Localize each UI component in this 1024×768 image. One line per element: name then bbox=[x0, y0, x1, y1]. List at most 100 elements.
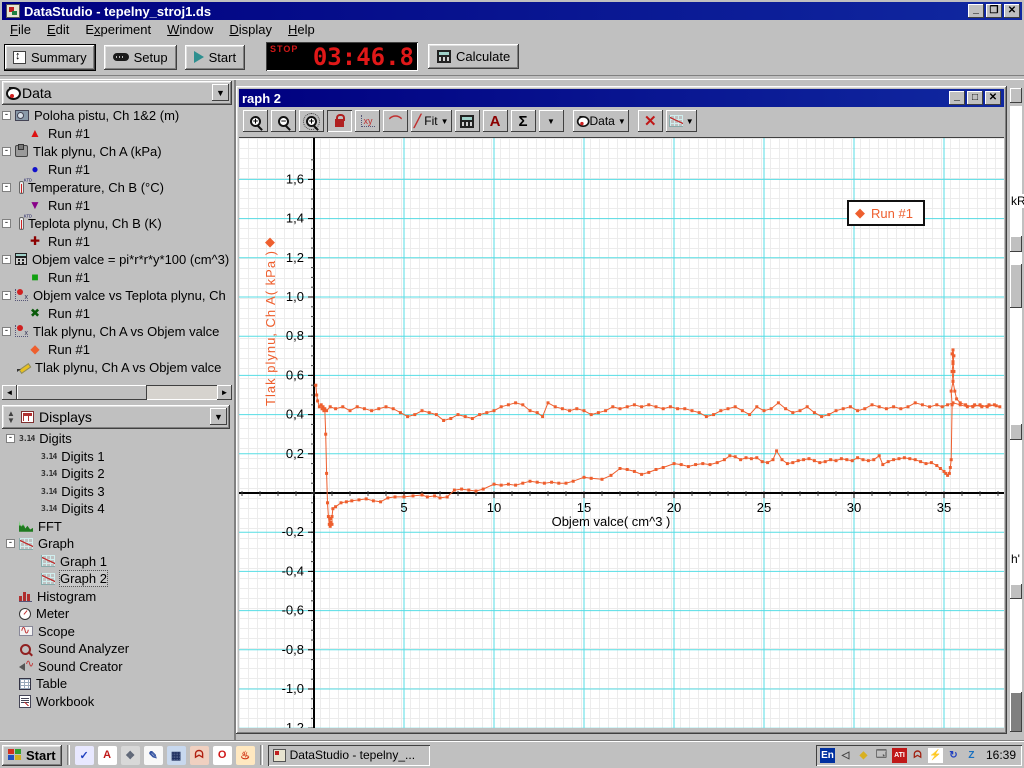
tree-expander[interactable]: - bbox=[2, 219, 11, 228]
tree-expander[interactable]: - bbox=[2, 111, 11, 120]
setup-button[interactable]: Setup bbox=[104, 45, 177, 70]
close-button[interactable]: ✕ bbox=[1004, 4, 1020, 18]
notes-icon[interactable]: ✓ bbox=[75, 746, 94, 765]
data-source-item[interactable]: -Objem valce vs Teplota plynu, Ch bbox=[2, 286, 232, 304]
opera-icon[interactable]: O bbox=[213, 746, 232, 765]
menu-file[interactable]: File bbox=[2, 21, 39, 38]
flame-icon[interactable]: ♨ bbox=[236, 746, 255, 765]
data-source-item[interactable]: Tlak plynu, Ch A vs Objem valce bbox=[2, 358, 232, 376]
scheduler-icon[interactable]: 🗔 bbox=[874, 748, 889, 763]
statistics-button[interactable]: Σ bbox=[511, 110, 536, 132]
ati-icon[interactable]: ATI bbox=[892, 748, 907, 763]
scroll-right-icon[interactable]: ► bbox=[217, 385, 232, 400]
tree-expander[interactable]: - bbox=[2, 327, 11, 336]
data-run-item[interactable]: ■Run #1 bbox=[2, 268, 232, 286]
data-source-item[interactable]: -Teplota plynu, Ch B (K) bbox=[2, 214, 232, 232]
smart-tool-button[interactable]: ⌒ bbox=[383, 110, 408, 132]
text-tool-button[interactable]: A bbox=[483, 110, 508, 132]
display-item-workbook[interactable]: Workbook bbox=[2, 693, 232, 711]
data-source-item[interactable]: -Tlak plynu, Ch A vs Objem valce bbox=[2, 322, 232, 340]
menu-help[interactable]: Help bbox=[280, 21, 323, 38]
lang-indicator[interactable]: En bbox=[820, 748, 835, 763]
xy-tool-button[interactable]: xy bbox=[355, 110, 380, 132]
taskbar-task-datastudio[interactable]: DataStudio - tepelny_... bbox=[268, 745, 430, 766]
zoom-in-button[interactable]: + bbox=[243, 110, 268, 132]
data-run-item[interactable]: ▼Run #1 bbox=[2, 196, 232, 214]
start-button[interactable]: Start bbox=[185, 45, 245, 70]
display-item-sound-analyzer[interactable]: Sound Analyzer bbox=[2, 640, 232, 658]
netop-icon[interactable]: Z bbox=[964, 748, 979, 763]
calculator-icon[interactable]: ▦ bbox=[167, 746, 186, 765]
graph2-maximize-button[interactable]: □ bbox=[967, 91, 983, 105]
summary-button[interactable]: Summary bbox=[4, 44, 96, 71]
zoom-select-button[interactable]: + bbox=[299, 110, 324, 132]
data-panel-header[interactable]: Data ▼ bbox=[2, 81, 232, 105]
display-item-sound-creator[interactable]: Sound Creator bbox=[2, 658, 232, 676]
menu-window[interactable]: Window bbox=[159, 21, 221, 38]
display-item-meter[interactable]: Meter bbox=[2, 605, 232, 623]
data-run-item[interactable]: ▲Run #1 bbox=[2, 124, 232, 142]
tree-expander[interactable]: - bbox=[2, 147, 11, 156]
menu-display[interactable]: Display bbox=[221, 21, 280, 38]
power-icon[interactable]: ⚡ bbox=[928, 748, 943, 763]
fit-menu-button[interactable]: ╱ Fit▼ bbox=[411, 110, 452, 132]
calculate-button[interactable]: Calculate bbox=[428, 44, 519, 69]
minimize-button[interactable]: _ bbox=[968, 4, 984, 18]
tree-expander[interactable]: - bbox=[6, 539, 15, 548]
paint-icon[interactable]: ✎ bbox=[144, 746, 163, 765]
display-item-scope[interactable]: Scope bbox=[2, 623, 232, 641]
data-source-item[interactable]: -Poloha pistu, Ch 1&2 (m) bbox=[2, 106, 232, 124]
acrobat-icon[interactable]: A bbox=[98, 746, 117, 765]
display-item-fft[interactable]: FFT bbox=[2, 518, 232, 536]
display-item-histogram[interactable]: Histogram bbox=[2, 588, 232, 606]
display-item-graph-1[interactable]: Graph 1 bbox=[2, 553, 232, 571]
legend-box[interactable]: ◆ Run #1 bbox=[847, 200, 925, 226]
display-item-graph-2[interactable]: Graph 2 bbox=[2, 570, 232, 588]
menu-experiment[interactable]: Experiment bbox=[77, 21, 159, 38]
splitter-handle-icon[interactable]: ▲▼ bbox=[6, 410, 16, 424]
plot-area[interactable]: 1,61,41,21,00,80,60,40,2-0,2-0,4-0,6-0,8… bbox=[239, 137, 1004, 728]
displays-panel-header[interactable]: ▲▼ Displays ▼ bbox=[2, 405, 230, 429]
zoom-out-button[interactable]: − bbox=[271, 110, 296, 132]
tree-expander[interactable]: - bbox=[6, 434, 15, 443]
data-run-item[interactable]: ✚Run #1 bbox=[2, 232, 232, 250]
display-item-digits-2[interactable]: 3.14Digits 2 bbox=[2, 465, 232, 483]
remove-button[interactable]: ✕ bbox=[638, 110, 663, 132]
data-source-item[interactable]: -Tlak plynu, Ch A (kPa) bbox=[2, 142, 232, 160]
data-source-item[interactable]: -Temperature, Ch B (°C) bbox=[2, 178, 232, 196]
display-item-graph[interactable]: -Graph bbox=[2, 535, 232, 553]
graph2-close-button[interactable]: ✕ bbox=[985, 91, 1001, 105]
devil-icon[interactable]: ᗣ bbox=[910, 748, 925, 763]
scroll-thumb[interactable] bbox=[17, 385, 147, 400]
graph2-titlebar[interactable]: raph 2 _ □ ✕ bbox=[239, 89, 1004, 107]
volume-icon[interactable]: ◁ bbox=[838, 748, 853, 763]
data-run-item[interactable]: ●Run #1 bbox=[2, 160, 232, 178]
displays-dropdown-arrow[interactable]: ▼ bbox=[210, 408, 227, 425]
graph-settings-button[interactable]: ▼ bbox=[666, 110, 697, 132]
statistics-dropdown-button[interactable]: ▼ bbox=[539, 110, 564, 132]
dragon-icon[interactable]: ᗣ bbox=[190, 746, 209, 765]
data-source-item[interactable]: -Objem valce = pi*r*r*y*100 (cm^3) bbox=[2, 250, 232, 268]
scroll-left-icon[interactable]: ◄ bbox=[2, 385, 17, 400]
data-dropdown-arrow[interactable]: ▼ bbox=[212, 84, 229, 101]
display-item-digits[interactable]: -3.14Digits bbox=[2, 430, 232, 448]
display-item-digits-1[interactable]: 3.14Digits 1 bbox=[2, 448, 232, 466]
graph2-minimize-button[interactable]: _ bbox=[949, 91, 965, 105]
display-item-table[interactable]: Table bbox=[2, 675, 232, 693]
menu-edit[interactable]: Edit bbox=[39, 21, 77, 38]
shield-icon[interactable]: ◆ bbox=[856, 748, 871, 763]
start-menu-button[interactable]: Start bbox=[2, 745, 62, 766]
data-menu-button[interactable]: Data▼ bbox=[573, 110, 629, 132]
tree-expander[interactable]: - bbox=[2, 255, 11, 264]
graph-calculator-button[interactable] bbox=[455, 110, 480, 132]
tree-expander[interactable]: - bbox=[2, 183, 11, 192]
data-run-item[interactable]: ◆Run #1 bbox=[2, 340, 232, 358]
display-item-digits-4[interactable]: 3.14Digits 4 bbox=[2, 500, 232, 518]
tree-expander[interactable]: - bbox=[2, 291, 11, 300]
data-scrollbar[interactable]: ◄ ► bbox=[2, 385, 232, 400]
explorer-icon[interactable]: ❖ bbox=[121, 746, 140, 765]
display-item-digits-3[interactable]: 3.14Digits 3 bbox=[2, 483, 232, 501]
scale-to-fit-button[interactable] bbox=[327, 110, 352, 132]
sync-icon[interactable]: ↻ bbox=[946, 748, 961, 763]
restore-button[interactable]: ❐ bbox=[986, 4, 1002, 18]
